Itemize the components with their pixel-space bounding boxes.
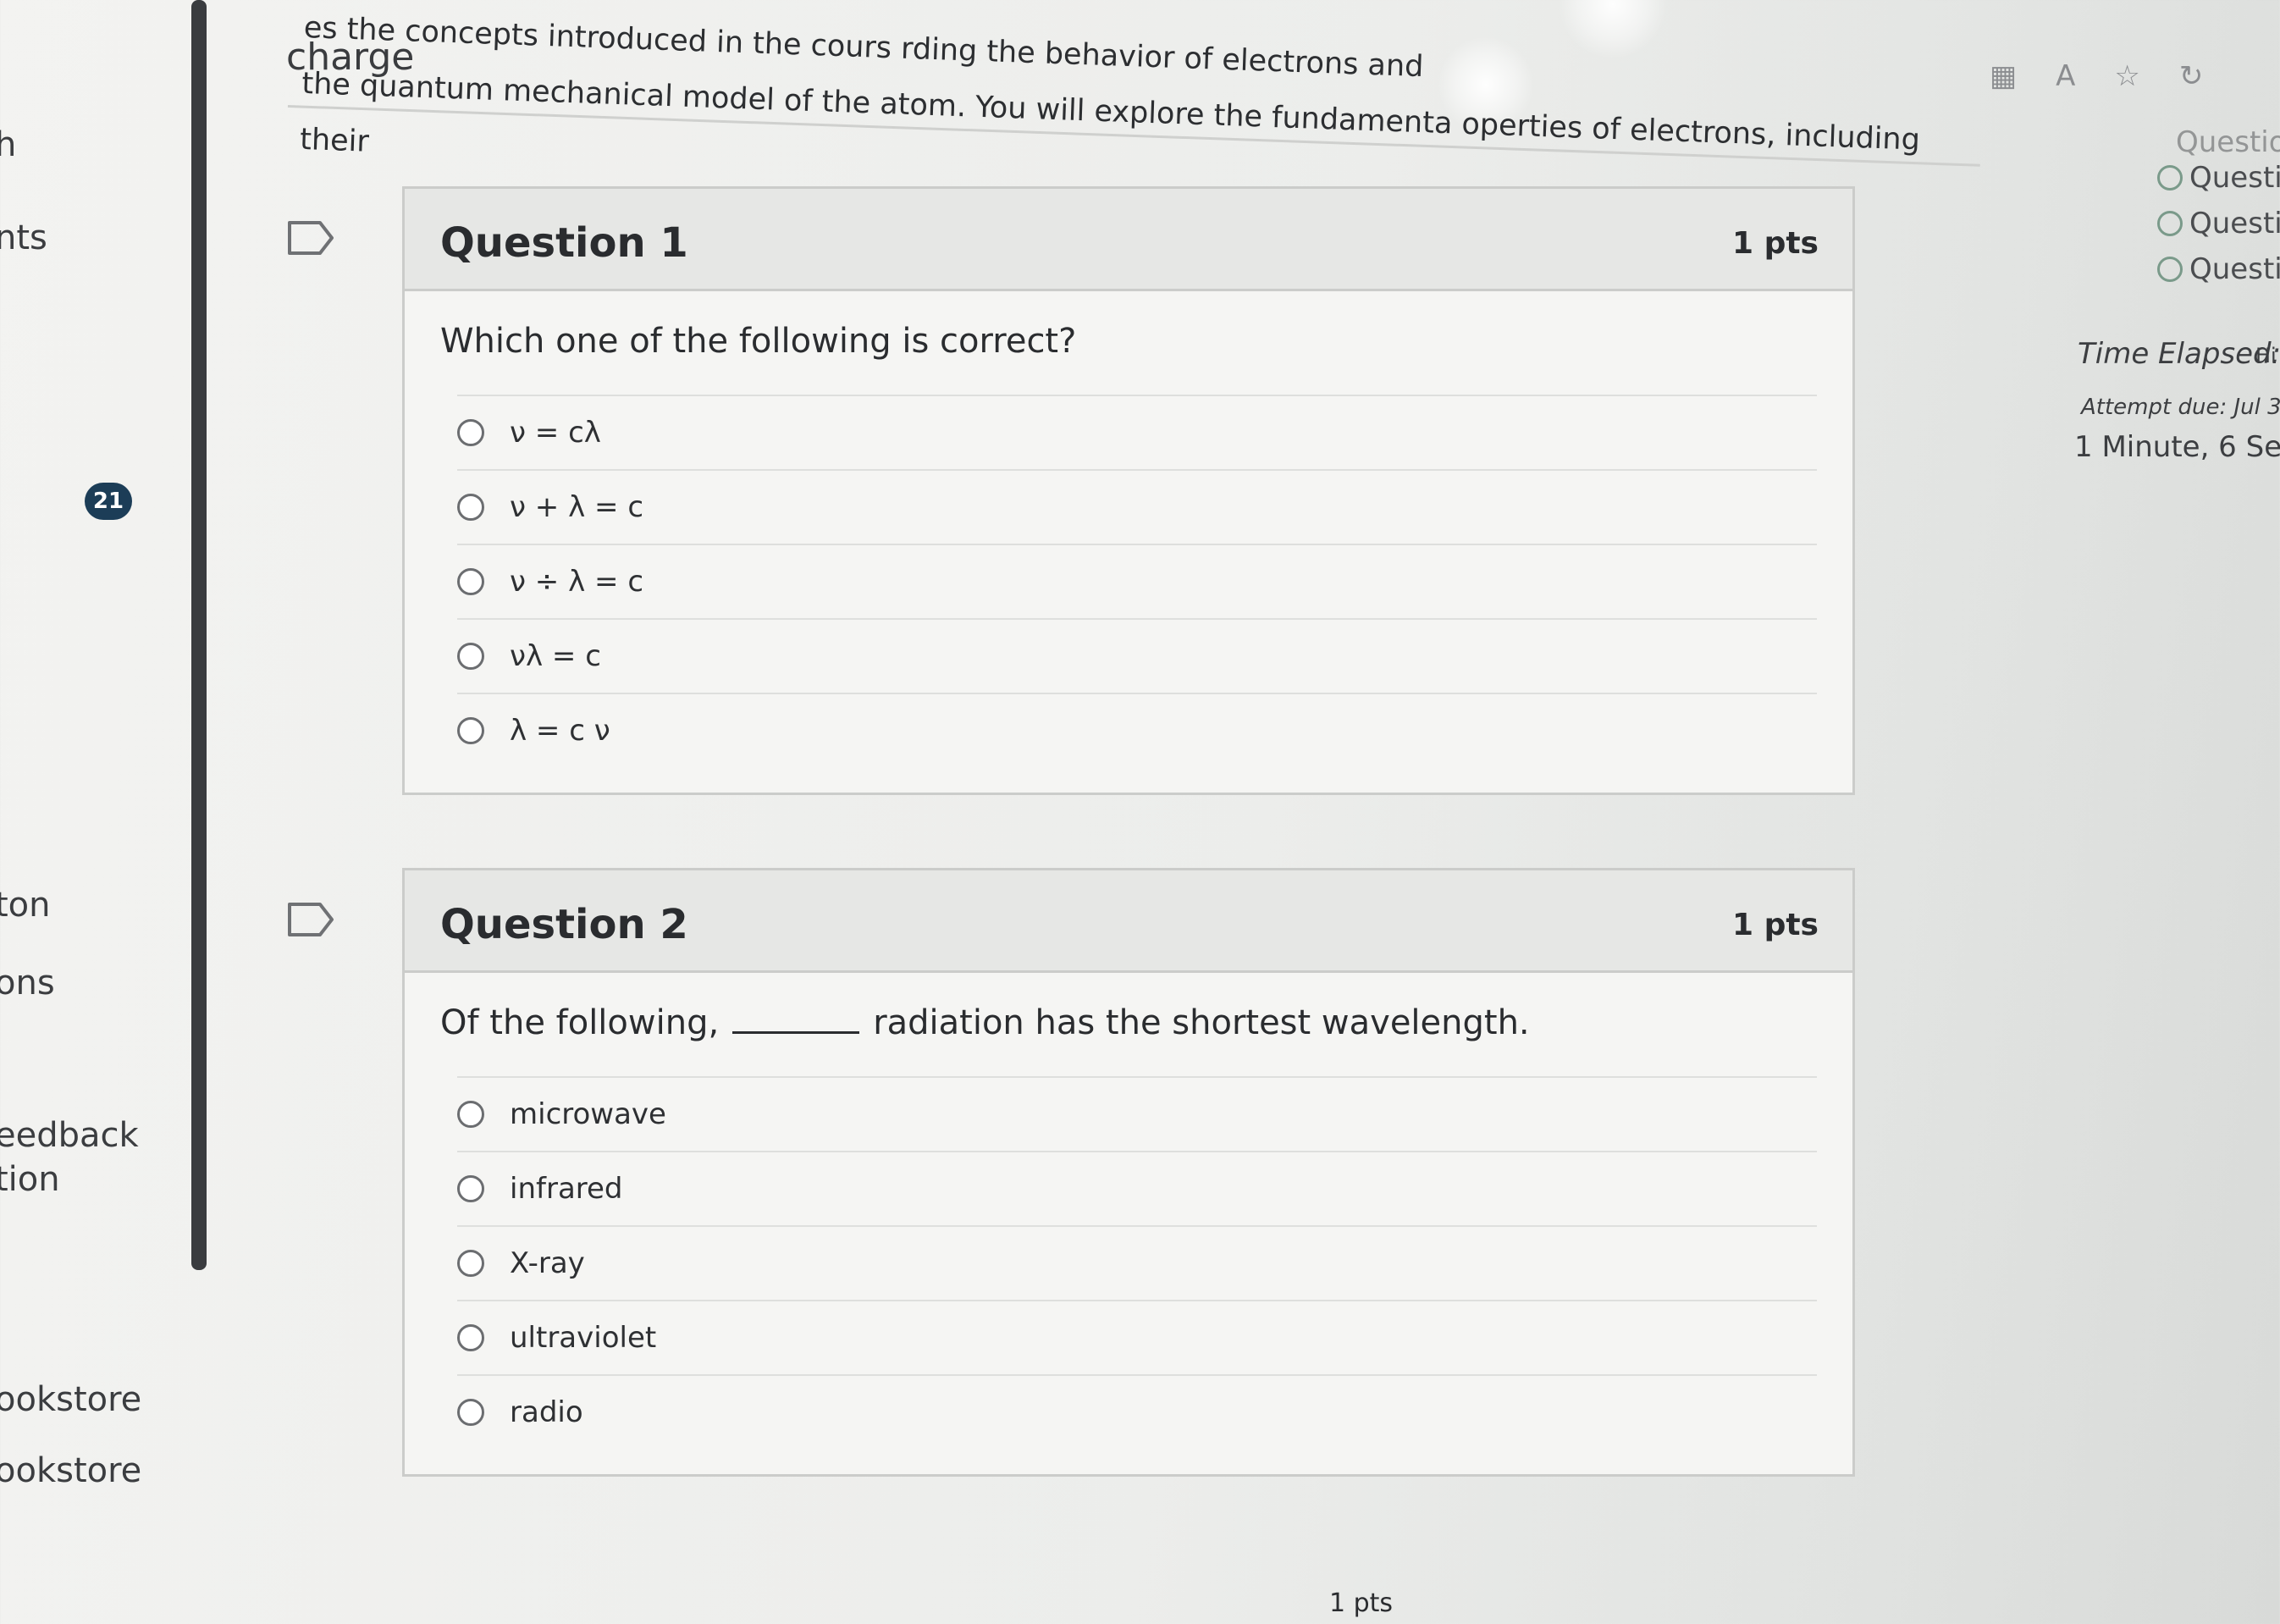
question-card: Question 2 1 pts Of the following, radiat… (288, 868, 1855, 1477)
nav-item[interactable]: tion (0, 1160, 60, 1199)
question-body: Which one of the following is correct? ν… (405, 291, 1852, 793)
radio-button[interactable] (457, 1175, 484, 1202)
answer-label: λ = c ν (510, 714, 610, 748)
radio-button[interactable] (457, 1324, 484, 1351)
answer-label: radio (510, 1395, 583, 1429)
answer-option[interactable]: νλ = c (457, 618, 1817, 693)
question-status-icon (2157, 211, 2183, 236)
answer-option[interactable]: ultraviolet (457, 1300, 1817, 1374)
nav-item[interactable]: ookstore (0, 1380, 141, 1419)
question-link[interactable]: Questio (2157, 207, 2280, 240)
radio-button[interactable] (457, 717, 484, 744)
question-text: Which one of the following is correct? (440, 322, 1077, 361)
fill-blank (732, 1031, 860, 1034)
answer-label: ultraviolet (510, 1321, 657, 1355)
course-nav: h nts 21 ton ons eedback tion ookstore o… (0, 0, 207, 1624)
hide-timer-link[interactable]: Hi (2255, 344, 2277, 367)
question-points: 1 pts (1732, 908, 1819, 942)
question-body: Of the following, radiation has the short… (405, 973, 1852, 1474)
nav-item[interactable]: ons (0, 964, 55, 1003)
radio-button[interactable] (457, 1250, 484, 1277)
question-text-before: Of the following, (440, 1003, 720, 1042)
answer-label: microwave (510, 1097, 666, 1131)
quiz-questions: Question 1 1 pts Which one of the follow… (288, 186, 1930, 1477)
nav-count-badge: 21 (85, 483, 132, 520)
nav-item[interactable]: h (0, 125, 16, 164)
attempt-due-date: Attempt due: Jul 3 at 11 (2081, 395, 2280, 420)
radio-button[interactable] (457, 494, 484, 521)
question-link[interactable]: Questio (2157, 252, 2280, 286)
radio-button[interactable] (457, 1101, 484, 1128)
answer-option[interactable]: microwave (457, 1076, 1817, 1151)
answer-option[interactable]: X-ray (457, 1225, 1817, 1300)
nav-item[interactable]: nts (0, 218, 47, 257)
question-status-icon (2157, 257, 2183, 282)
answer-option[interactable]: infrared (457, 1151, 1817, 1225)
time-elapsed-value: 1 Minute, 6 Second (2074, 430, 2280, 464)
time-elapsed-label: Time Elapsed: (2078, 337, 2280, 371)
question-text-after: radiation has the shortest wavelength. (873, 1003, 1530, 1042)
flag-question-icon[interactable] (286, 219, 337, 257)
question-points: 1 pts (1732, 226, 1819, 261)
question-title: Question 1 (440, 219, 688, 267)
question-link[interactable]: Questio (2157, 161, 2280, 195)
question-status-icon (2157, 165, 2183, 191)
question-title: Question 2 (440, 901, 688, 948)
question-link[interactable]: Question (2176, 125, 2280, 159)
nav-scrollbar[interactable] (191, 0, 207, 1270)
browser-toolbar: ▦A☆↻ (1990, 59, 2242, 93)
answer-label: νλ = c (510, 639, 601, 673)
answer-label: ν = cλ (510, 416, 601, 450)
radio-button[interactable] (457, 1399, 484, 1426)
answer-option[interactable]: ν ÷ λ = c (457, 544, 1817, 618)
answer-label: ν ÷ λ = c (510, 565, 644, 599)
reader-icon[interactable]: ▦ (1990, 59, 2056, 93)
answer-label: infrared (510, 1172, 623, 1206)
refresh-icon[interactable]: ↻ (2179, 59, 2243, 93)
favorite-star-icon[interactable]: ☆ (2114, 59, 2178, 93)
radio-button[interactable] (457, 643, 484, 670)
radio-button[interactable] (457, 568, 484, 595)
answer-option[interactable]: ν + λ = c (457, 469, 1817, 544)
answer-label: ν + λ = c (510, 490, 644, 524)
answer-label: X-ray (510, 1246, 585, 1280)
question-header: Question 1 1 pts (288, 189, 1852, 291)
answer-option[interactable]: λ = c ν (457, 693, 1817, 767)
nav-item[interactable]: ookstore (0, 1451, 141, 1490)
font-size-icon[interactable]: A (2056, 59, 2114, 93)
quiz-sidebar: ▦A☆↻ Questio Questio Questio Question Ti… (1990, 0, 2280, 1624)
nav-item[interactable]: ton (0, 886, 51, 925)
answer-option[interactable]: ν = cλ (457, 395, 1817, 469)
question-card: Question 1 1 pts Which one of the follow… (288, 186, 1855, 795)
answer-option[interactable]: radio (457, 1374, 1817, 1449)
question-text: Of the following, radiation has the short… (440, 1003, 1817, 1042)
next-question-points: 1 pts (1329, 1588, 1394, 1618)
flag-question-icon[interactable] (286, 901, 337, 938)
nav-item[interactable]: eedback (0, 1116, 139, 1155)
radio-button[interactable] (457, 419, 484, 446)
question-header: Question 2 1 pts (288, 870, 1852, 973)
